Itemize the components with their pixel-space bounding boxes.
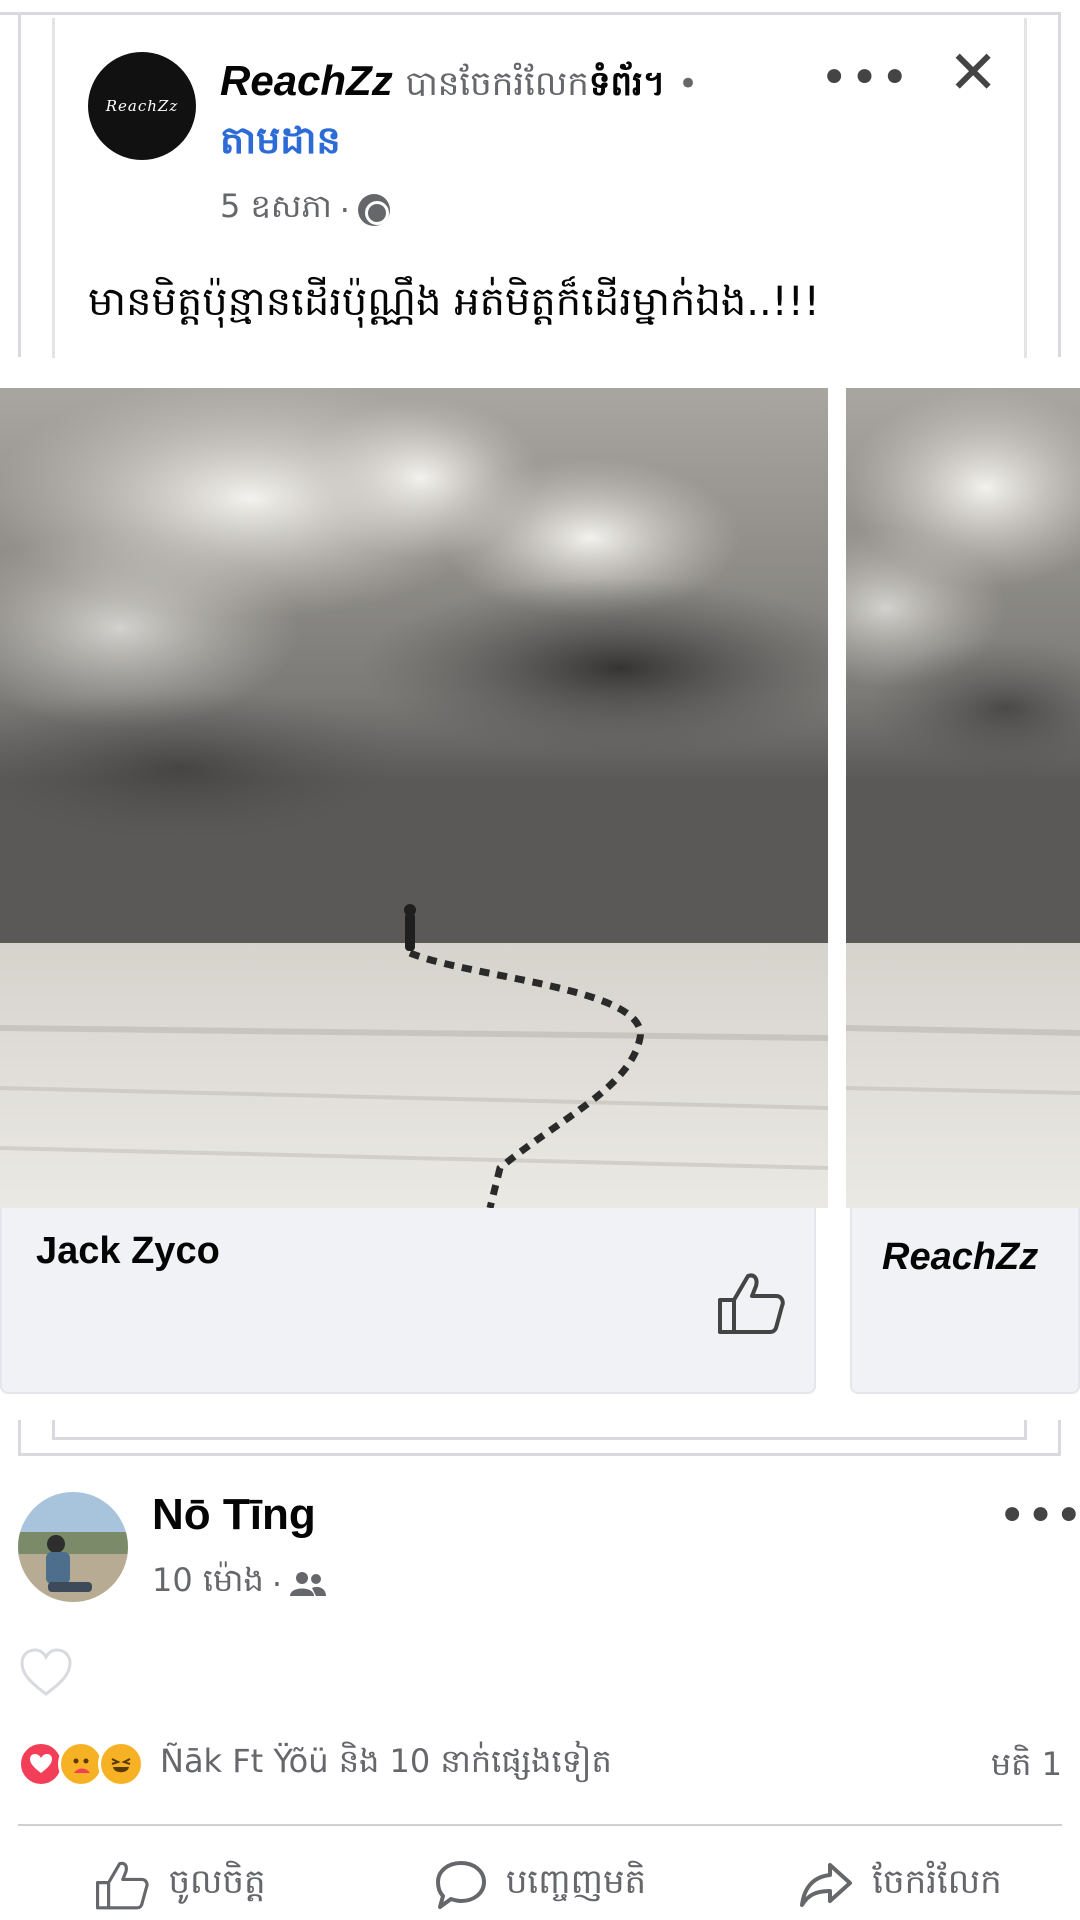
desert-walker-image: [0, 388, 828, 1208]
close-icon[interactable]: ✕: [948, 38, 998, 108]
like-icon: [96, 1861, 150, 1910]
user-avatar[interactable]: [18, 1492, 128, 1602]
share-button[interactable]: ចែករំលែក: [720, 1850, 1080, 1920]
shared-author-name[interactable]: ReachZz: [220, 57, 393, 104]
shared-border-bottom: [52, 1420, 1027, 1440]
heart-outline-icon: [20, 1648, 72, 1696]
reactions-text[interactable]: Ñāk Ft Ÿõü និង 10 នាក់ផ្សេងទៀត: [160, 1741, 612, 1788]
shared-verb: បានចែករំលែក: [405, 64, 589, 104]
meta-separator: ·: [339, 190, 350, 229]
globe-icon: [357, 193, 390, 226]
carousel-caption-1[interactable]: Jack Zyco: [0, 1208, 816, 1394]
carousel-photo-1[interactable]: [0, 388, 828, 1208]
share-label: ចែករំលែក: [872, 1862, 1002, 1902]
comment-count[interactable]: មតិ 1: [991, 1744, 1062, 1791]
shared-object[interactable]: ទំព័រ។: [589, 64, 665, 104]
shared-header-line: ReachZz បានចែករំលែកទំព័រ។ •: [220, 50, 780, 115]
shared-post-text: មានមិត្តប៉ុន្មានដើរប៉ុណ្ណឹង អត់មិត្តក៏ដើ…: [88, 279, 820, 325]
post-meta: 10 ម៉ោង ·: [152, 1560, 326, 1607]
avatar-logo-text: ReachZz: [105, 97, 179, 115]
like-button[interactable]: ចូលចិត្ត: [0, 1850, 360, 1920]
divider: [18, 1824, 1062, 1826]
shared-border-right: [1024, 18, 1027, 358]
card-border-right: [1058, 12, 1061, 357]
like-icon[interactable]: [716, 1270, 786, 1336]
desert-walker-image-2: [846, 388, 1080, 1208]
meta-separator: ·: [271, 1564, 282, 1603]
post-actions: ចូលចិត្ត បញ្ចេញមតិ ចែករំលែក: [0, 1850, 1080, 1920]
reactions-summary[interactable]: Ñāk Ft Ÿõü និង 10 នាក់ផ្សេងទៀត មតិ 1: [18, 1736, 1062, 1792]
friends-audience-icon: [290, 1571, 326, 1596]
comment-label: បញ្ចេញមតិ: [505, 1862, 647, 1902]
comment-button[interactable]: បញ្ចេញមតិ: [360, 1850, 720, 1920]
card-border-left: [18, 12, 21, 357]
carousel-photo-2[interactable]: [846, 388, 1080, 1208]
carousel-caption-2[interactable]: ReachZz: [850, 1208, 1080, 1394]
header-separator: •: [677, 64, 699, 104]
carousel-page-name[interactable]: ReachZz: [882, 1236, 1038, 1279]
shared-author-avatar[interactable]: ReachZz: [88, 52, 196, 160]
more-options-icon[interactable]: •••: [820, 50, 911, 106]
card-border-top: [0, 12, 1060, 15]
avatar-photo: [18, 1492, 128, 1602]
post-more-options-icon[interactable]: •••: [998, 1488, 1080, 1544]
share-icon: [800, 1863, 853, 1907]
carousel-page-name[interactable]: Jack Zyco: [36, 1230, 220, 1273]
post-time[interactable]: 10 ម៉ោង: [152, 1560, 264, 1607]
shared-border-left: [52, 18, 55, 358]
comment-icon: [435, 1861, 486, 1909]
shared-meta: 5 ឧសភា ·: [220, 186, 390, 233]
post-author-name[interactable]: Nō Tīng: [152, 1490, 316, 1540]
shared-date[interactable]: 5 ឧសភា: [220, 186, 332, 233]
haha-reaction-icon: [98, 1741, 144, 1787]
follow-link[interactable]: តាមដាន: [220, 116, 341, 172]
like-label: ចូលចិត្ត: [168, 1862, 266, 1902]
